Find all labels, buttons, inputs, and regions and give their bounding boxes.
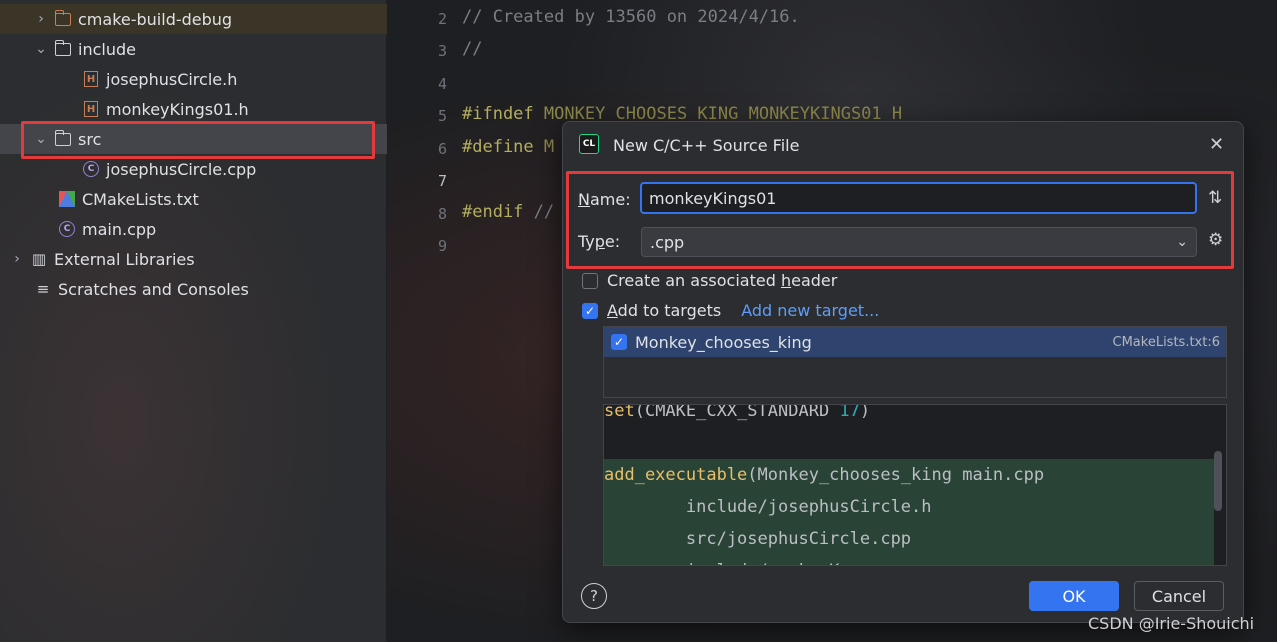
tree-item-label: Scratches and Consoles xyxy=(58,279,249,299)
tree-item-label: src xyxy=(78,129,102,149)
folder-icon xyxy=(54,39,72,58)
add-targets-label: Add to targets xyxy=(607,301,722,320)
preview-line-added: add_executable(Monkey_chooses_king main.… xyxy=(604,459,1214,491)
cpp-file-icon: C xyxy=(82,160,100,178)
add-targets-checkbox[interactable]: ✓ xyxy=(582,302,598,319)
tree-item-label: josephusCircle.h xyxy=(106,69,238,89)
code-line: #endif // xyxy=(462,202,554,222)
preprocessor-keyword: #endif xyxy=(462,202,524,222)
tree-item-cmakelists[interactable]: CMakeLists.txt xyxy=(0,184,444,214)
line-number: 6 xyxy=(437,140,447,158)
target-row[interactable]: ✓ Monkey_chooses_king CMakeLists.txt:6 xyxy=(604,327,1226,357)
preview-scrollbar[interactable] xyxy=(1214,451,1222,511)
folder-icon xyxy=(54,9,72,28)
name-label: Name: xyxy=(578,190,631,209)
tree-item-label: monkeyKings01.h xyxy=(106,99,249,119)
add-targets-row[interactable]: ✓ Add to targets Add new target... xyxy=(582,301,879,320)
folder-icon xyxy=(54,129,72,148)
dialog-title: New C/C++ Source File xyxy=(613,136,800,155)
chevron-right-icon[interactable]: › xyxy=(10,251,24,267)
line-number: 3 xyxy=(437,42,447,60)
target-file: CMakeLists.txt:6 xyxy=(1112,334,1221,350)
help-button[interactable]: ? xyxy=(581,583,607,609)
preview-args: (CMAKE_CXX_STANDARD xyxy=(634,404,840,421)
line-number: 2 xyxy=(437,10,447,28)
tree-item-label: main.cpp xyxy=(82,219,157,239)
new-source-file-dialog: CL New C/C++ Source File ✕ Name: ⇅ Type:… xyxy=(562,121,1244,623)
close-icon[interactable]: ✕ xyxy=(1209,134,1224,155)
library-icon: ▥ xyxy=(31,250,47,268)
create-header-label: Create an associated header xyxy=(607,271,838,290)
tree-item-label: cmake-build-debug xyxy=(78,9,233,29)
gear-icon[interactable]: ⚙ xyxy=(1208,230,1223,250)
comment: // xyxy=(533,202,555,222)
preview-function: add_executable xyxy=(604,465,748,485)
ok-button[interactable]: OK xyxy=(1029,581,1119,611)
tree-item-scratches[interactable]: ≡ Scratches and Consoles xyxy=(0,274,420,304)
preview-line-added: src/josephusCircle.cpp xyxy=(604,523,1214,555)
preview-line-added: include/josephusCircle.h xyxy=(604,491,1214,523)
name-input[interactable] xyxy=(640,182,1197,214)
header-file-icon: H xyxy=(82,100,100,118)
line-number: 5 xyxy=(437,107,447,125)
tree-item-src[interactable]: ⌄ src xyxy=(0,124,420,154)
header-file-icon: H xyxy=(82,70,100,88)
scratches-icon: ≡ xyxy=(36,280,50,298)
chevron-down-icon[interactable]: ⌄ xyxy=(34,131,48,147)
preview-number: 17 xyxy=(839,404,860,421)
type-select[interactable]: .cpp ⌄ xyxy=(641,227,1197,257)
preview-line-added: include/monkeyK xyxy=(604,555,1214,565)
type-label: Type: xyxy=(578,232,621,251)
create-header-row[interactable]: Create an associated header xyxy=(582,271,837,290)
targets-list: ✓ Monkey_chooses_king CMakeLists.txt:6 xyxy=(603,326,1227,398)
chevron-down-icon[interactable]: ⌄ xyxy=(34,41,48,57)
type-value: .cpp xyxy=(650,232,685,252)
sort-icon[interactable]: ⇅ xyxy=(1208,188,1222,208)
tree-item-include[interactable]: ⌄ include xyxy=(0,34,420,64)
cpp-file-icon: C xyxy=(58,220,76,238)
tree-item-label: External Libraries xyxy=(54,249,195,269)
tree-item-label: josephusCircle.cpp xyxy=(106,159,257,179)
line-number: 4 xyxy=(437,75,447,93)
tree-item-main-cpp[interactable]: C main.cpp xyxy=(0,214,444,244)
preview-function: set xyxy=(604,404,635,421)
code-line: // xyxy=(462,39,483,59)
cmake-icon xyxy=(58,190,76,208)
line-number: 8 xyxy=(437,205,447,223)
target-name: Monkey_chooses_king xyxy=(635,332,812,352)
macro-name: M xyxy=(543,137,555,157)
line-number: 9 xyxy=(437,237,447,255)
clion-logo-icon: CL xyxy=(579,134,599,154)
create-header-checkbox[interactable] xyxy=(582,272,598,289)
add-new-target-link[interactable]: Add new target... xyxy=(741,301,879,320)
chevron-down-icon: ⌄ xyxy=(1176,234,1188,250)
preprocessor-keyword: #ifndef xyxy=(462,104,534,124)
tree-item-label: CMakeLists.txt xyxy=(82,189,199,209)
preprocessor-keyword: #define xyxy=(462,137,534,157)
watermark: CSDN @Irie-Shouichi xyxy=(1088,614,1255,633)
cmake-preview: set(CMAKE_CXX_STANDARD 17) add_executabl… xyxy=(603,404,1227,566)
preview-line: set(CMAKE_CXX_STANDARD 17) xyxy=(604,404,1214,427)
target-checkbox[interactable]: ✓ xyxy=(611,334,627,350)
preview-args: (Monkey_chooses_king main.cpp xyxy=(747,465,1045,485)
code-line: // Created by 13560 on 2024/4/16. xyxy=(462,7,800,27)
preview-args: ) xyxy=(859,404,871,421)
chevron-right-icon[interactable]: › xyxy=(34,11,48,27)
cancel-button[interactable]: Cancel xyxy=(1134,581,1224,611)
tree-item-external-libraries[interactable]: › ▥ External Libraries xyxy=(0,244,396,274)
code-line: #define M xyxy=(462,137,554,157)
tree-item-label: include xyxy=(78,39,136,59)
line-number: 7 xyxy=(437,172,447,190)
project-tree-panel: › cmake-build-debug ⌄ include H josephus… xyxy=(0,0,420,642)
tree-item-cmake-build-debug[interactable]: › cmake-build-debug xyxy=(0,4,420,34)
